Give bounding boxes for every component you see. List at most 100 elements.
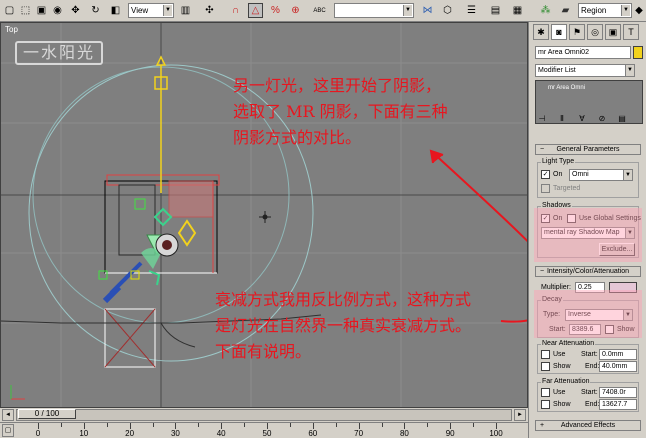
decay-show-checkbox[interactable] xyxy=(605,325,614,334)
time-slider-track[interactable] xyxy=(16,409,512,421)
select-rotate-icon[interactable]: ↻ xyxy=(88,3,103,18)
track-bar-toggle-icon[interactable]: ▢ xyxy=(2,424,14,437)
shadows-on-checkbox[interactable]: ✓ xyxy=(541,214,550,223)
near-start-label: Start: xyxy=(581,351,598,358)
near-end-label: End: xyxy=(585,363,600,370)
top-viewport[interactable]: Top 一水阳光 另一灯光，这里开始了阴影， 选取了 MR 阴影，下面有三种 阴… xyxy=(0,22,528,408)
window-crossing-icon[interactable]: ⬚ xyxy=(18,3,33,18)
track-tick-label: 30 xyxy=(170,429,180,438)
near-start-spinner[interactable]: 0.0mm xyxy=(599,349,637,360)
modifier-list-select[interactable]: Modifier List ▼ xyxy=(535,64,635,77)
ref-coord-select[interactable]: View ▼ xyxy=(128,3,174,18)
light-type-select[interactable]: Omni ▼ xyxy=(569,169,633,181)
annotation-line: 衰减方式我用反比例方式，这种方式 xyxy=(215,290,472,309)
edit-named-selection-icon[interactable]: ABC xyxy=(312,3,327,18)
next-frame-icon[interactable]: ► xyxy=(514,409,526,421)
stack-toolbar: ⊣ Ⅱ ∀ ⊘ ▤ xyxy=(535,112,643,126)
track-bar[interactable]: ▢ 0 10 20 30 40 50 60 70 80 90 100 xyxy=(0,422,528,438)
chevron-down-icon: ▼ xyxy=(625,228,634,238)
ref-coord-value: View xyxy=(131,6,149,15)
track-tick-label: 100 xyxy=(489,429,503,438)
track-tick-label: 90 xyxy=(445,429,455,438)
track-tick xyxy=(473,423,475,427)
select-region-rect-icon[interactable]: ▢ xyxy=(2,3,17,18)
pin-stack-icon[interactable]: ⊣ xyxy=(535,113,549,125)
select-manipulate-icon[interactable]: ✣ xyxy=(202,3,217,18)
curve-editor-icon[interactable]: ▤ xyxy=(488,3,503,18)
layer-manager-icon[interactable]: ☰ xyxy=(464,3,479,18)
rollout-title: Intensity/Color/Attenuation xyxy=(546,268,630,275)
modify-tab-icon[interactable]: ◙ xyxy=(551,24,567,40)
annotation-line: 选取了 MR 阴影，下面有三种 xyxy=(233,102,448,121)
make-unique-icon[interactable]: ∀ xyxy=(575,113,589,125)
omni-light-marker xyxy=(259,211,271,223)
named-selection-select[interactable]: ▼ xyxy=(334,3,414,18)
general-parameters-rollout[interactable]: − General Parameters xyxy=(535,144,641,155)
far-use-checkbox[interactable] xyxy=(541,388,550,397)
targeted-checkbox[interactable] xyxy=(541,184,550,193)
intensity-rollout[interactable]: − Intensity/Color/Attenuation xyxy=(535,266,641,277)
hierarchy-tab-icon[interactable]: ⚑ xyxy=(569,24,585,40)
show-end-result-icon[interactable]: Ⅱ xyxy=(555,113,569,125)
multiplier-label: Multiplier: xyxy=(541,284,571,291)
remove-modifier-icon[interactable]: ⊘ xyxy=(595,113,609,125)
mirror-icon[interactable]: ⋈ xyxy=(420,3,435,18)
decay-type-select[interactable]: Inverse ▼ xyxy=(565,309,633,321)
near-show-checkbox[interactable] xyxy=(541,362,550,371)
time-slider-thumb[interactable]: 0 / 100 xyxy=(18,409,76,419)
command-panel: ✱ ◙ ⚑ ◎ ▣ T mr Area Omni02 Modifier List… xyxy=(528,22,646,438)
near-use-checkbox[interactable] xyxy=(541,350,550,359)
advanced-effects-rollout[interactable]: + Advanced Effects xyxy=(535,420,641,431)
track-tick-label: 80 xyxy=(399,429,409,438)
annotation-text-1: 另一灯光，这里开始了阴影， 选取了 MR 阴影，下面有三种 阴影方式的对比。 xyxy=(233,73,448,151)
chevron-down-icon: ▼ xyxy=(623,310,632,320)
far-start-spinner[interactable]: 7408.0r xyxy=(599,387,637,398)
display-tab-icon[interactable]: ▣ xyxy=(605,24,621,40)
rollout-title: Advanced Effects xyxy=(560,422,616,429)
multiplier-spinner[interactable]: 0.25 xyxy=(575,282,605,293)
track-tick-label: 70 xyxy=(354,429,364,438)
light-on-checkbox[interactable]: ✓ xyxy=(541,170,550,179)
object-color-swatch[interactable] xyxy=(633,46,643,59)
use-pivot-icon[interactable]: ▥ xyxy=(178,3,193,18)
material-editor-icon[interactable]: ⁂ xyxy=(538,3,553,18)
decay-label: Decay xyxy=(541,296,563,303)
align-icon[interactable]: ⬡ xyxy=(440,3,455,18)
exclude-button[interactable]: Exclude... xyxy=(599,243,635,256)
chevron-down-icon: ▼ xyxy=(163,5,172,16)
render-type-select[interactable]: Region ▼ xyxy=(578,3,632,18)
create-tab-icon[interactable]: ✱ xyxy=(533,24,549,40)
track-tick xyxy=(152,423,154,427)
configure-sets-icon[interactable]: ▤ xyxy=(615,113,629,125)
stack-item[interactable]: mr Area Omni xyxy=(536,83,642,94)
far-show-checkbox[interactable] xyxy=(541,400,550,409)
prev-frame-icon[interactable]: ◄ xyxy=(2,409,14,421)
quick-render-icon[interactable]: ◆ xyxy=(633,3,645,18)
track-tick-label: 60 xyxy=(308,429,318,438)
render-scene-icon[interactable]: ▰ xyxy=(558,3,573,18)
decay-start-spinner[interactable]: 8389.6 xyxy=(569,324,601,335)
command-panel-tabs: ✱ ◙ ⚑ ◎ ▣ T xyxy=(533,24,643,40)
decay-type-label: Type: xyxy=(543,311,561,318)
use-global-settings-checkbox[interactable] xyxy=(567,214,576,223)
viewport-label[interactable]: Top xyxy=(5,25,18,34)
percent-snap-icon[interactable]: % xyxy=(268,3,283,18)
decay-type-value: Inverse xyxy=(568,311,591,318)
select-scale-icon[interactable]: ◧ xyxy=(108,3,123,18)
far-end-spinner[interactable]: 13627.7 xyxy=(599,399,637,410)
shadow-type-select[interactable]: mental ray Shadow Map ▼ xyxy=(541,227,635,239)
snap-icon[interactable]: ∩ xyxy=(228,3,243,18)
motion-tab-icon[interactable]: ◎ xyxy=(587,24,603,40)
utilities-tab-icon[interactable]: T xyxy=(623,24,639,40)
angle-snap-icon[interactable]: △ xyxy=(248,3,263,18)
spinner-snap-icon[interactable]: ⊕ xyxy=(288,3,303,18)
schematic-view-icon[interactable]: ▦ xyxy=(510,3,525,18)
light-color-swatch[interactable] xyxy=(609,282,637,293)
object-name-field[interactable]: mr Area Omni02 xyxy=(535,46,631,59)
select-all-icon[interactable]: ◉ xyxy=(50,3,65,18)
select-move-icon[interactable]: ✥ xyxy=(68,3,83,18)
time-slider-bar: ◄ 0 / 100 ► xyxy=(0,408,528,422)
select-object-icon[interactable]: ▣ xyxy=(34,3,49,18)
shadows-on-label: On xyxy=(553,215,563,222)
near-end-spinner[interactable]: 40.0mm xyxy=(599,361,637,372)
